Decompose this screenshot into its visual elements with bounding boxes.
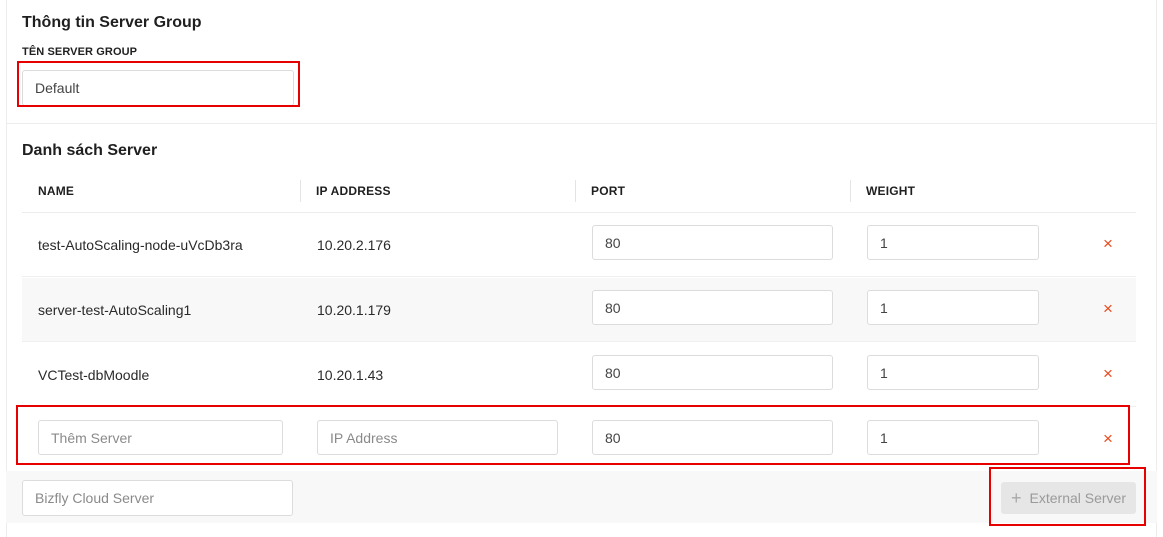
column-separator — [575, 180, 576, 202]
server-ip: 10.20.1.179 — [317, 302, 391, 318]
delete-row-icon[interactable]: × — [1101, 299, 1115, 319]
column-separator — [850, 180, 851, 202]
port-input[interactable] — [592, 225, 833, 260]
new-server-name-input[interactable] — [38, 420, 283, 455]
new-server-weight-input[interactable] — [867, 420, 1039, 455]
new-server-port-input[interactable] — [592, 420, 833, 455]
group-info-title: Thông tin Server Group — [22, 14, 202, 31]
new-server-ip-input[interactable] — [317, 420, 558, 455]
external-server-label: External Server — [1029, 490, 1126, 506]
column-header-weight: WEIGHT — [866, 184, 916, 198]
server-ip: 10.20.2.176 — [317, 237, 391, 253]
table-row: VCTest-dbMoodle 10.20.1.43 × — [22, 343, 1136, 407]
column-separator — [300, 180, 301, 202]
group-name-input[interactable] — [22, 70, 294, 106]
delete-row-icon[interactable]: × — [1101, 364, 1115, 384]
server-name: VCTest-dbMoodle — [38, 367, 150, 383]
server-name: server-test-AutoScaling1 — [38, 302, 192, 318]
server-name: test-AutoScaling-node-uVcDb3ra — [38, 237, 243, 253]
port-input[interactable] — [592, 290, 833, 325]
weight-input[interactable] — [867, 290, 1039, 325]
table-row: server-test-AutoScaling1 10.20.1.179 × — [22, 278, 1136, 342]
server-ip: 10.20.1.43 — [317, 367, 384, 383]
plus-icon: + — [1011, 488, 1022, 508]
server-list-title: Danh sách Server — [22, 142, 158, 159]
weight-input[interactable] — [867, 355, 1039, 390]
delete-row-icon[interactable]: × — [1101, 429, 1115, 449]
weight-input[interactable] — [867, 225, 1039, 260]
cloud-server-select[interactable] — [22, 480, 293, 516]
column-header-port: PORT — [591, 184, 626, 198]
group-name-label: TÊN SERVER GROUP — [22, 46, 138, 58]
column-header-ip: IP ADDRESS — [316, 184, 391, 198]
section-divider — [6, 123, 1157, 124]
port-input[interactable] — [592, 355, 833, 390]
add-external-server-button[interactable]: + External Server — [1001, 482, 1136, 514]
column-header-name: NAME — [38, 184, 75, 198]
table-row: test-AutoScaling-node-uVcDb3ra 10.20.2.1… — [22, 213, 1136, 277]
delete-row-icon[interactable]: × — [1101, 234, 1115, 254]
new-server-row: × — [22, 408, 1136, 472]
